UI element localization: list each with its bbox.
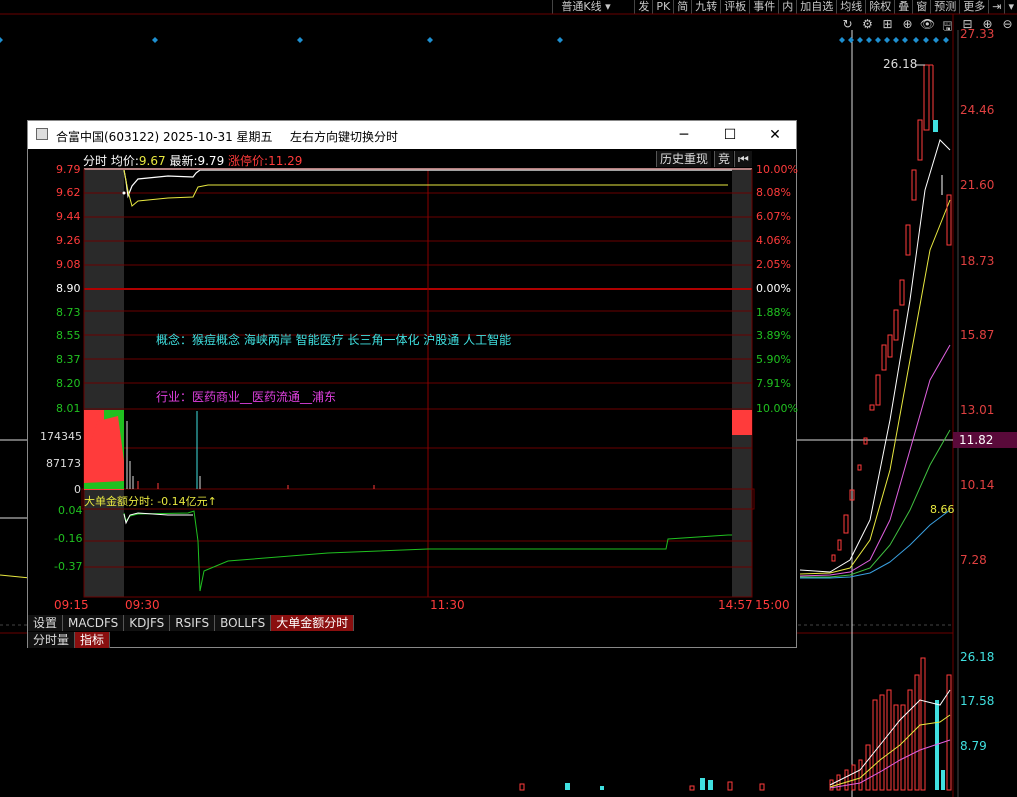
time-axis-label: 15:00 (755, 598, 790, 612)
volume-axis-label: 8.79 (960, 739, 987, 753)
indicator-tabs: 设置 MACDFS KDJFS RSIFS BOLLFS 大单金额分时 (28, 615, 355, 631)
event-marker-icon (427, 37, 433, 43)
price-axis-label: 8.55 (56, 329, 81, 342)
event-marker-icon (839, 37, 949, 43)
event-marker-icon (0, 37, 3, 43)
percent-axis-label: 5.90% (756, 353, 791, 366)
price-axis-label: 9.44 (56, 210, 81, 223)
price-axis-label: 13.01 (960, 403, 995, 417)
price-axis-label: 9.62 (56, 186, 81, 199)
percent-axis-label: 7.91% (756, 377, 791, 390)
price-axis-label: 8.20 (56, 377, 81, 390)
indicator-axis-label: -0.16 (54, 532, 83, 545)
tab-indicator[interactable]: 指标 (75, 632, 111, 648)
percent-axis-label: 6.07% (756, 210, 791, 223)
volume-axis-label: 87173 (46, 457, 81, 470)
price-axis-label: 8.73 (56, 306, 81, 319)
percent-axis-label: 8.08% (756, 186, 791, 199)
price-axis-label: 8.90 (56, 282, 81, 295)
tab-bollfs[interactable]: BOLLFS (215, 615, 272, 631)
indicator-title: 大单金额分时: -0.14亿元↑ (84, 495, 217, 508)
price-axis-label: 8.01 (56, 402, 81, 415)
price-axis-label: 10.14 (960, 478, 995, 492)
price-axis-label: 7.28 (960, 553, 987, 567)
concept-text: 概念：猴痘概念 海峡两岸 智能医疗 长三角一体化 沪股通 人工智能 (156, 333, 512, 347)
volume-axis-label: 17.58 (960, 694, 995, 708)
bottom-tabs: 分时量 指标 (28, 632, 111, 648)
current-price-tag: 11.82 (953, 432, 1017, 448)
indicator-axis-label: -0.37 (54, 560, 83, 573)
percent-axis-label: 10.00% (756, 402, 798, 415)
price-axis-label: 9.08 (56, 258, 81, 271)
price-axis-label: 27.33 (960, 27, 995, 41)
price-axis-label: 24.46 (960, 103, 995, 117)
tab-settings[interactable]: 设置 (28, 615, 64, 631)
time-axis-label: 09:30 (125, 598, 160, 612)
time-axis-label: 09:15 (54, 598, 89, 612)
price-axis-label: 15.87 (960, 328, 995, 342)
time-axis-label: 14:57 (718, 598, 753, 612)
event-marker-icon (297, 37, 303, 43)
tab-macdfs[interactable]: MACDFS (63, 615, 125, 631)
event-marker-icon (152, 37, 158, 43)
percent-axis-label: 10.00% (756, 163, 798, 176)
percent-axis-label: 4.06% (756, 234, 791, 247)
indicator-axis-label: 0.04 (58, 504, 83, 517)
tab-big-order[interactable]: 大单金额分时 (271, 615, 355, 631)
ma-value-label: 8.66 (930, 503, 955, 516)
price-axis-label: 9.79 (56, 163, 81, 176)
tab-intraday-volume[interactable]: 分时量 (28, 632, 76, 648)
percent-axis-label: 1.88% (756, 306, 791, 319)
intraday-chart[interactable] (28, 121, 796, 647)
industry-text: 行业：医药商业__医药流通__浦东 (156, 390, 337, 404)
price-axis-label: 8.37 (56, 353, 81, 366)
tab-kdjfs[interactable]: KDJFS (124, 615, 171, 631)
intraday-dialog: 合富中国(603122) 2025-10-31 星期五 左右方向键切换分时 ─ … (27, 120, 798, 648)
percent-axis-label: 2.05% (756, 258, 791, 271)
volume-axis-label: 174345 (40, 430, 82, 443)
price-axis-label: 21.60 (960, 178, 995, 192)
volume-axis-label: 0 (74, 483, 81, 496)
percent-axis-label: 3.89% (756, 329, 791, 342)
high-price-label: 26.18 (883, 57, 918, 71)
tab-rsifs[interactable]: RSIFS (170, 615, 216, 631)
price-axis-label: 18.73 (960, 254, 995, 268)
time-axis-label: 11:30 (430, 598, 465, 612)
price-axis-label: 9.26 (56, 234, 81, 247)
volume-axis-label: 26.18 (960, 650, 995, 664)
event-marker-icon (557, 37, 563, 43)
percent-axis-label: 0.00% (756, 282, 791, 295)
